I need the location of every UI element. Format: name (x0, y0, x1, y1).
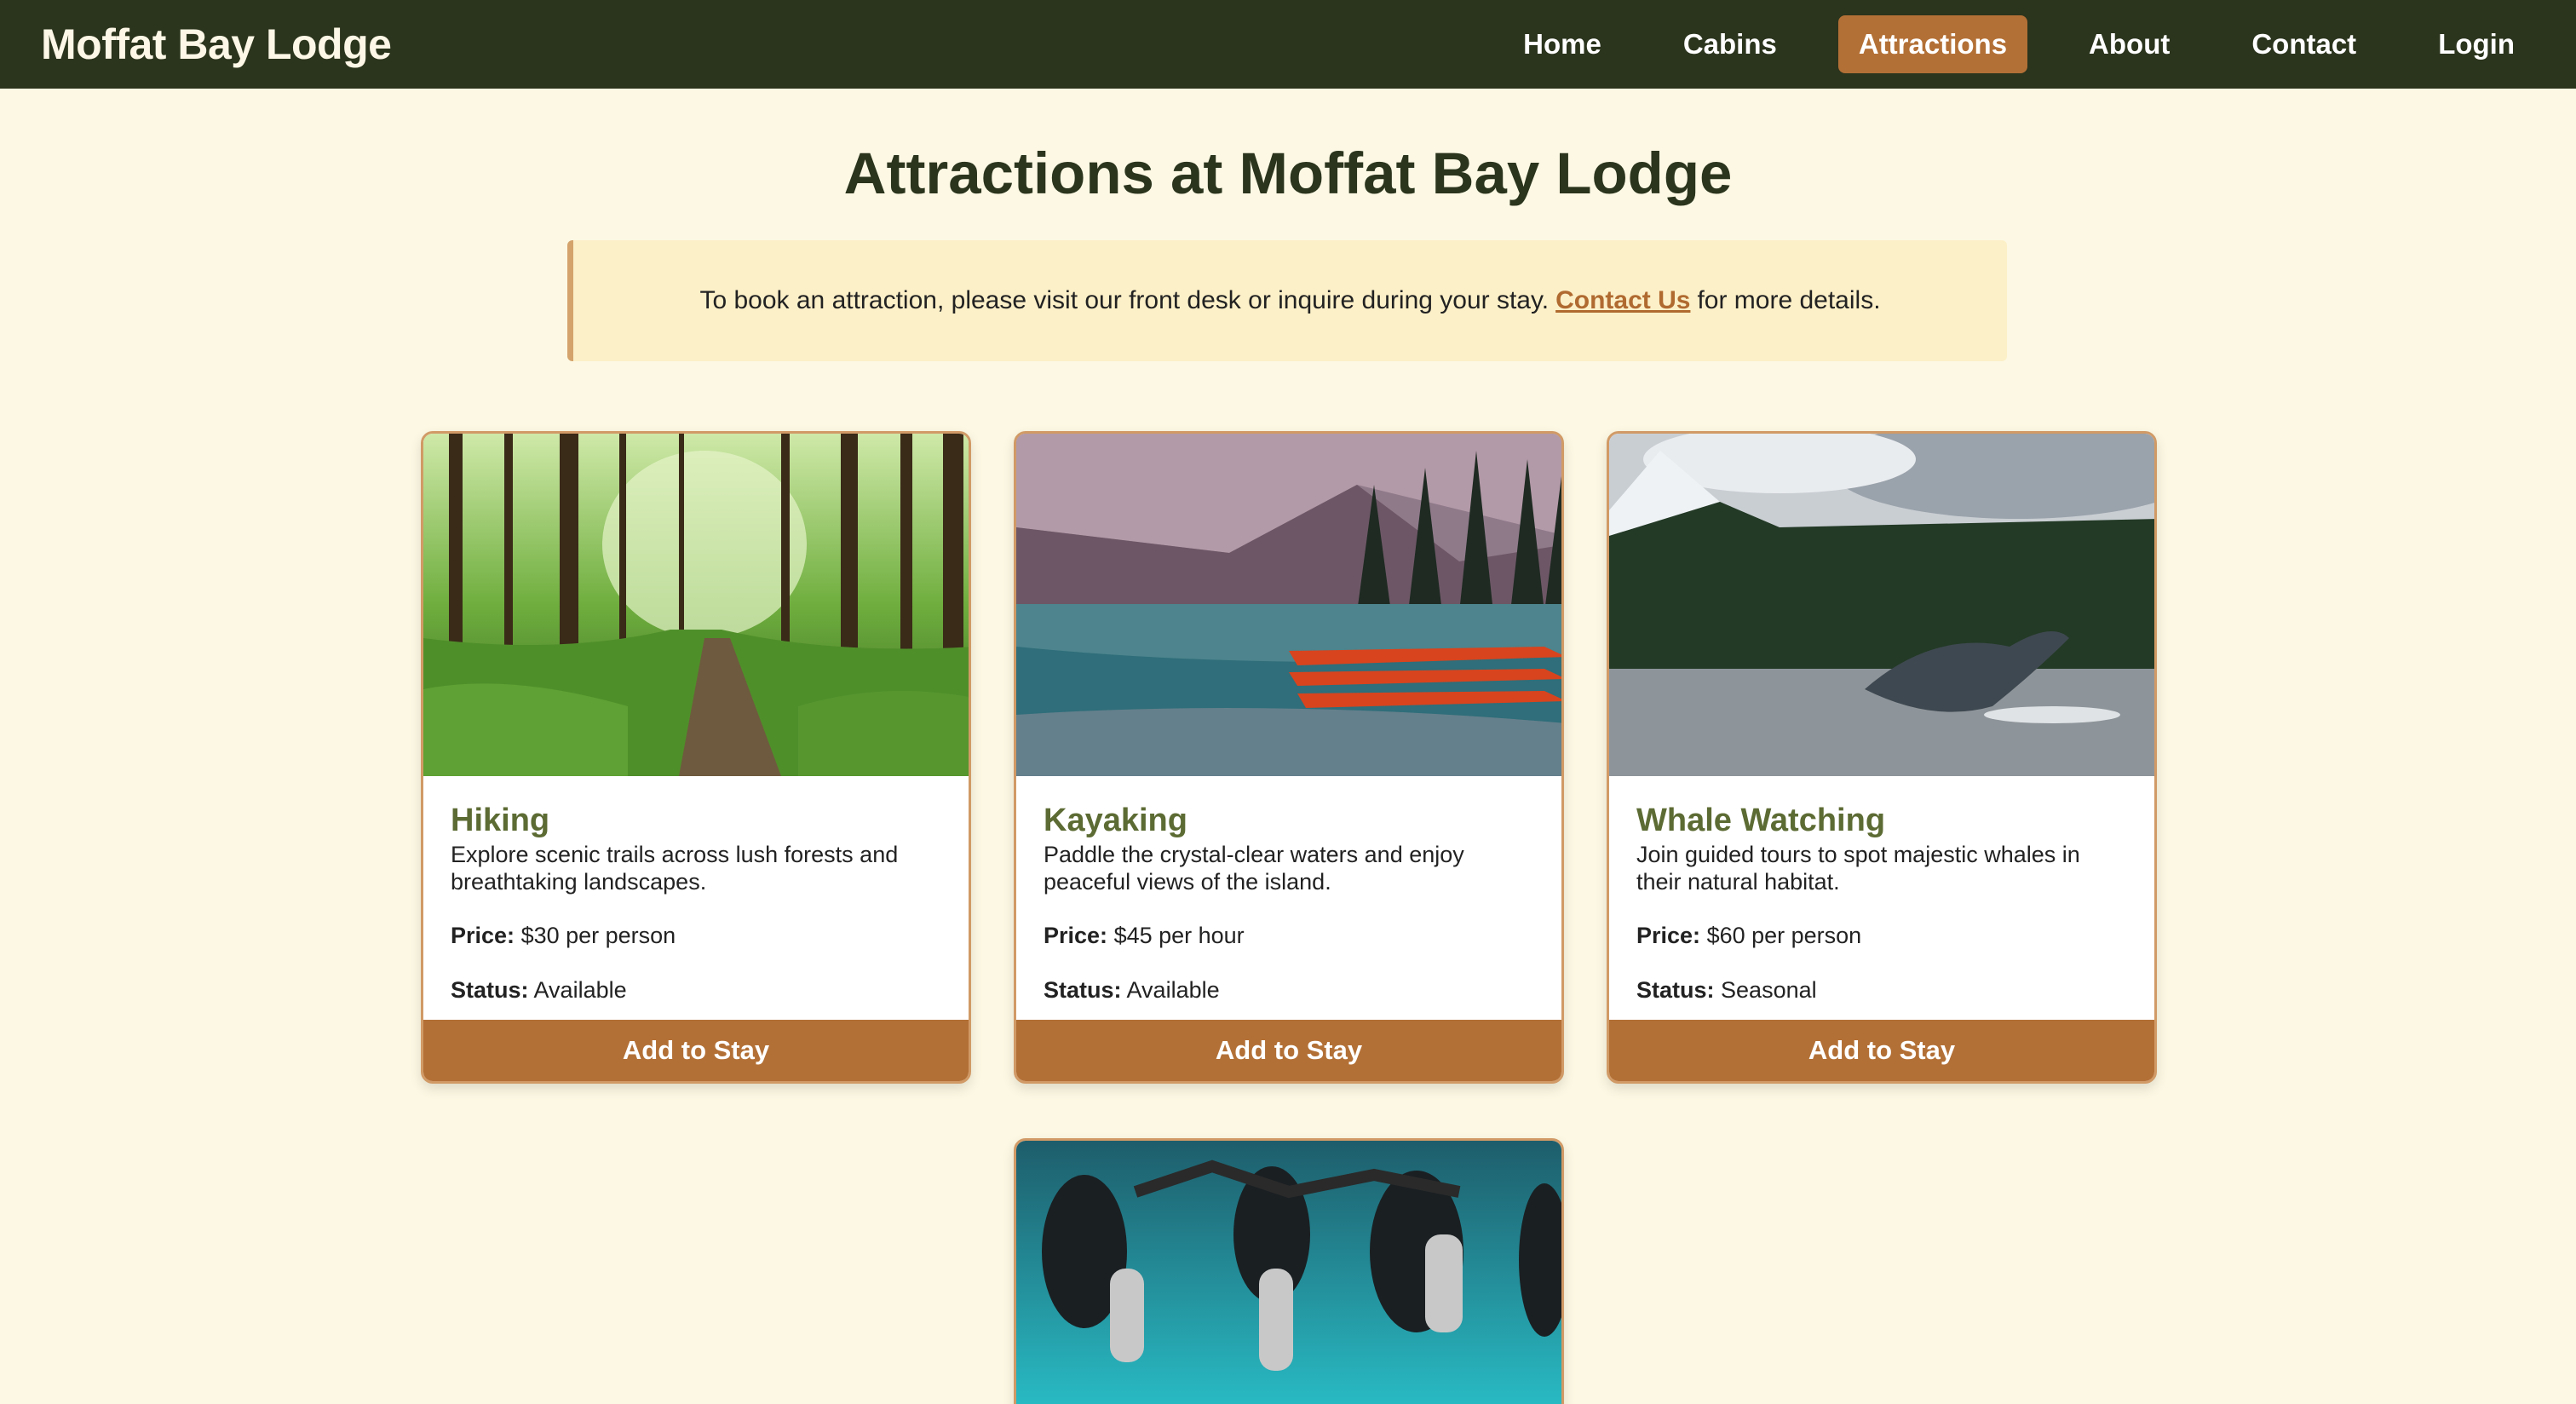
add-to-stay-button[interactable]: Add to Stay (423, 1020, 969, 1081)
forest-trail-photo (423, 434, 969, 776)
nav-cabins-link[interactable]: Cabins (1663, 15, 1797, 73)
add-to-stay-button[interactable]: Add to Stay (1609, 1020, 2154, 1081)
humpback-whale-breach-photo (1609, 434, 2154, 776)
nav-about-link[interactable]: About (2068, 15, 2190, 73)
nav-login-link[interactable]: Login (2418, 15, 2535, 73)
price-label: Price: (1636, 923, 1701, 948)
nav-contact-link[interactable]: Contact (2231, 15, 2377, 73)
attraction-price: Price: $45 per hour (1044, 921, 1534, 950)
status-label: Status: (1636, 977, 1715, 1003)
main-nav: Home Cabins Attractions About Contact Lo… (1462, 15, 2535, 73)
booking-notice: To book an attraction, please visit our … (567, 240, 2007, 361)
nav-attractions-link[interactable]: Attractions (1837, 15, 2028, 73)
attraction-price: Price: $60 per person (1636, 921, 2127, 950)
price-value: $45 per hour (1113, 923, 1245, 948)
attraction-description: Paddle the crystal-clear waters and enjo… (1044, 842, 1464, 895)
status-label: Status: (1044, 977, 1122, 1003)
scuba-divers-photo (1016, 1141, 1561, 1404)
nav-home-link[interactable]: Home (1503, 15, 1622, 73)
attraction-title: Whale Watching (1636, 803, 1886, 838)
mountain-lake-canoes-photo (1016, 434, 1561, 776)
status-label: Status: (451, 977, 529, 1003)
status-value: Available (533, 977, 627, 1003)
notice-text: To book an attraction, please visit our … (699, 286, 1550, 314)
top-navigation-bar: Moffat Bay Lodge Home Cabins Attractions… (0, 0, 2576, 89)
price-label: Price: (1044, 923, 1108, 948)
site-logo-text[interactable]: Moffat Bay Lodge (41, 20, 392, 69)
attraction-status: Status: Available (451, 975, 941, 1004)
price-value: $60 per person (1706, 923, 1862, 948)
status-value: Available (1126, 977, 1220, 1003)
attraction-card-whale-watching: Whale Watching Join guided tours to spot… (1607, 431, 2157, 1084)
attraction-description: Join guided tours to spot majestic whale… (1636, 842, 2080, 895)
attraction-title: Kayaking (1044, 803, 1187, 838)
contact-us-link[interactable]: Contact Us (1555, 286, 1690, 315)
attraction-price: Price: $30 per person (451, 921, 941, 950)
attraction-status: Status: Available (1044, 975, 1534, 1004)
notice-text-end: for more details. (1697, 286, 1881, 314)
attraction-description: Explore scenic trails across lush forest… (451, 842, 899, 895)
status-value: Seasonal (1721, 977, 1817, 1003)
price-value: $30 per person (520, 923, 676, 948)
attraction-card-kayaking: Kayaking Paddle the crystal-clear waters… (1014, 431, 1564, 1084)
attraction-title: Hiking (451, 803, 550, 838)
page-title: Attractions at Moffat Bay Lodge (843, 141, 1733, 206)
attraction-status: Status: Seasonal (1636, 975, 2127, 1004)
price-label: Price: (451, 923, 515, 948)
add-to-stay-button[interactable]: Add to Stay (1016, 1020, 1561, 1081)
attraction-card-scuba (1014, 1138, 1564, 1404)
attraction-card-hiking: Hiking Explore scenic trails across lush… (421, 431, 971, 1084)
